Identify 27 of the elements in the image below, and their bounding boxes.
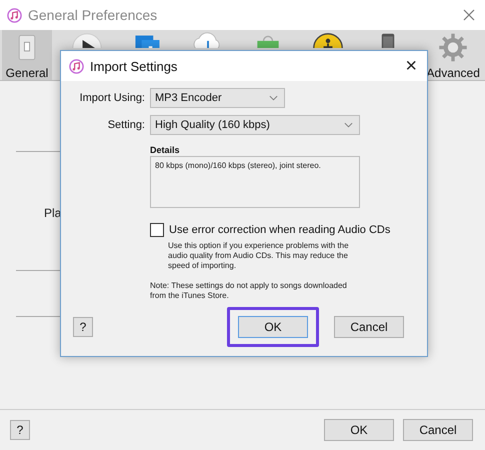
- toolbar-tab[interactable]: Advanced: [424, 30, 483, 80]
- figure-icon: [312, 32, 344, 48]
- encoder-dropdown[interactable]: MP3 Encoder: [150, 88, 285, 108]
- field-label: Import Using:: [78, 92, 145, 104]
- ok-button[interactable]: OK: [324, 419, 394, 441]
- toolbar-tab[interactable]: General: [2, 30, 52, 80]
- cancel-button[interactable]: Cancel: [334, 316, 404, 338]
- help-button[interactable]: ?: [10, 420, 30, 440]
- help-button[interactable]: ?: [73, 317, 93, 337]
- ok-button[interactable]: OK: [238, 316, 308, 338]
- close-button[interactable]: ×: [405, 56, 417, 76]
- quality-dropdown[interactable]: High Quality (160 kbps): [150, 115, 360, 135]
- option-description: Use this option if you experience problems with the audio quality from Audio CDs. This may reduce the speed of importing.: [168, 241, 350, 271]
- close-icon[interactable]: [463, 9, 475, 21]
- note-text: Note: These settings do not apply to songs downloaded from the iTunes Store.: [150, 281, 348, 301]
- checkbox-label[interactable]: Use error correction when reading Audio CDs: [169, 224, 390, 236]
- field-label: Setting:: [106, 119, 145, 131]
- window-title: General Preferences: [28, 7, 158, 23]
- caret-icon: [344, 122, 353, 128]
- details-box: 80 kbps (mono)/160 kbps (stereo), joint stereo.: [150, 156, 360, 208]
- music-note-icon: [69, 58, 84, 74]
- caret-icon: [269, 95, 278, 101]
- cancel-button[interactable]: Cancel: [403, 419, 473, 441]
- music-note-icon: [7, 8, 22, 22]
- checkbox[interactable]: [150, 223, 164, 237]
- details-label: Details: [150, 145, 181, 155]
- dialog-title: Import Settings: [90, 58, 178, 74]
